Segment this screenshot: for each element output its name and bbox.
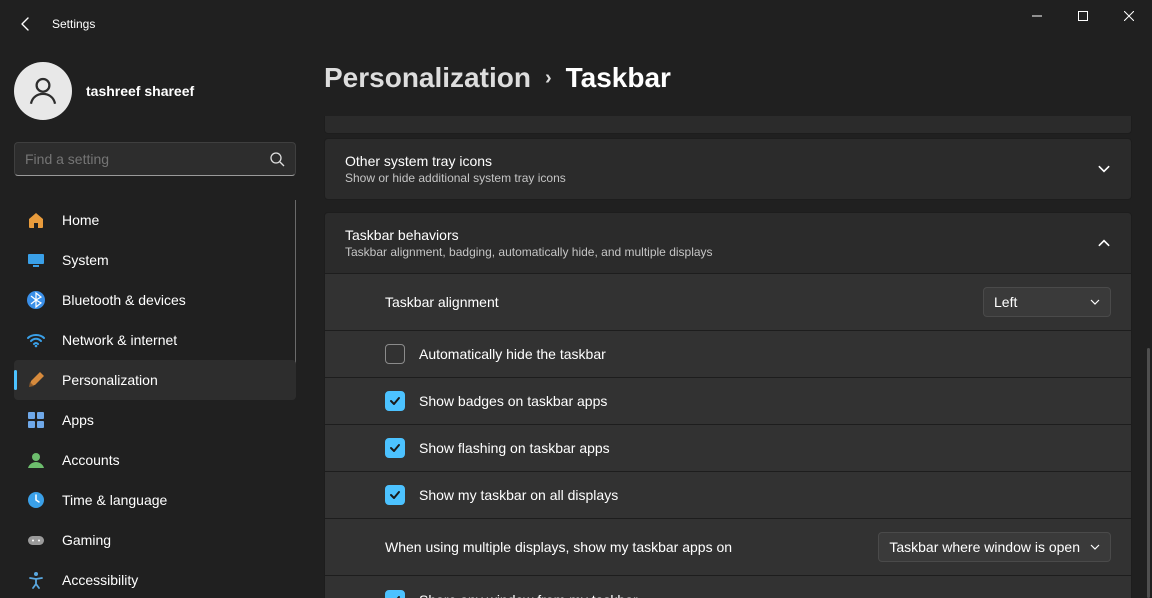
dropdown-value: Left — [994, 294, 1080, 310]
nav-item-label: Personalization — [62, 372, 158, 388]
search-input[interactable] — [25, 151, 269, 167]
option-auto-hide[interactable]: Automatically hide the taskbar — [325, 330, 1131, 377]
option-label: Show badges on taskbar apps — [419, 393, 1111, 409]
maximize-button[interactable] — [1060, 0, 1106, 32]
app-title: Settings — [52, 17, 95, 31]
check-icon — [389, 489, 401, 501]
option-show-badges[interactable]: Show badges on taskbar apps — [325, 377, 1131, 424]
accessibility-icon — [26, 570, 46, 590]
panel-title: Taskbar behaviors — [345, 227, 1083, 243]
nav-item-label: Apps — [62, 412, 94, 428]
chevron-down-icon — [1090, 297, 1100, 307]
paintbrush-icon — [26, 370, 46, 390]
scrollbar[interactable] — [1147, 348, 1150, 598]
option-show-flashing[interactable]: Show flashing on taskbar apps — [325, 424, 1131, 471]
gaming-icon — [26, 530, 46, 550]
chevron-down-icon — [1090, 542, 1100, 552]
nav-item-label: System — [62, 252, 109, 268]
option-share-window[interactable]: Share any window from my taskbar — [325, 575, 1131, 598]
minimize-icon — [1032, 11, 1042, 21]
chevron-right-icon: › — [545, 67, 552, 90]
checkbox-show-badges[interactable] — [385, 391, 405, 411]
nav-item-apps[interactable]: Apps — [14, 400, 296, 440]
minimize-button[interactable] — [1014, 0, 1060, 32]
panel-subtitle: Taskbar alignment, badging, automaticall… — [345, 245, 1083, 259]
maximize-icon — [1078, 11, 1088, 21]
breadcrumb: Personalization › Taskbar — [324, 62, 1132, 94]
content: Personalization › Taskbar Other system t… — [310, 48, 1152, 598]
avatar — [14, 62, 72, 120]
window-controls — [1014, 0, 1152, 32]
dropdown-value: Taskbar where window is open — [889, 539, 1080, 555]
bluetooth-icon — [26, 290, 46, 310]
panel-taskbar-behaviors: Taskbar behaviors Taskbar alignment, bad… — [324, 212, 1132, 598]
option-all-displays[interactable]: Show my taskbar on all displays — [325, 471, 1131, 518]
chevron-down-icon — [1097, 162, 1111, 176]
nav-item-label: Home — [62, 212, 99, 228]
nav-item-label: Accounts — [62, 452, 120, 468]
back-button[interactable] — [18, 16, 34, 32]
nav-item-accessibility[interactable]: Accessibility — [14, 560, 296, 598]
search-box[interactable] — [14, 142, 296, 176]
panel-subtitle: Show or hide additional system tray icon… — [345, 171, 1083, 185]
nav-item-personalization[interactable]: Personalization — [14, 360, 296, 400]
accounts-icon — [26, 450, 46, 470]
panel-title: Other system tray icons — [345, 153, 1083, 169]
nav-item-bluetooth[interactable]: Bluetooth & devices — [14, 280, 296, 320]
dropdown-taskbar-alignment[interactable]: Left — [983, 287, 1111, 317]
option-label: When using multiple displays, show my ta… — [385, 539, 864, 555]
nav-item-time[interactable]: Time & language — [14, 480, 296, 520]
nav-item-label: Bluetooth & devices — [62, 292, 186, 308]
check-icon — [389, 442, 401, 454]
panel-taskbar-behaviors-header[interactable]: Taskbar behaviors Taskbar alignment, bad… — [325, 213, 1131, 273]
wifi-icon — [26, 330, 46, 350]
checkbox-show-flashing[interactable] — [385, 438, 405, 458]
close-button[interactable] — [1106, 0, 1152, 32]
username: tashreef shareef — [86, 83, 194, 99]
nav-item-label: Gaming — [62, 532, 111, 548]
option-label: Automatically hide the taskbar — [419, 346, 1111, 362]
system-icon — [26, 250, 46, 270]
profile[interactable]: tashreef shareef — [14, 62, 296, 120]
option-label: Taskbar alignment — [385, 294, 969, 310]
nav: Home System Bluetooth & devices Network … — [14, 200, 296, 598]
dropdown-multi-display[interactable]: Taskbar where window is open — [878, 532, 1111, 562]
nav-item-network[interactable]: Network & internet — [14, 320, 296, 360]
close-icon — [1124, 11, 1134, 21]
nav-item-label: Network & internet — [62, 332, 177, 348]
option-taskbar-alignment: Taskbar alignment Left — [325, 273, 1131, 330]
breadcrumb-current: Taskbar — [566, 62, 671, 94]
check-icon — [389, 594, 401, 598]
checkbox-auto-hide[interactable] — [385, 344, 405, 364]
person-icon — [26, 74, 60, 108]
breadcrumb-parent[interactable]: Personalization — [324, 62, 531, 94]
chevron-up-icon — [1097, 236, 1111, 250]
nav-item-gaming[interactable]: Gaming — [14, 520, 296, 560]
back-arrow-icon — [18, 16, 34, 32]
panel-other-tray-icons[interactable]: Other system tray icons Show or hide add… — [324, 138, 1132, 200]
titlebar: Settings — [0, 0, 1152, 48]
check-icon — [389, 395, 401, 407]
previous-panel-cutoff — [324, 116, 1132, 134]
search-icon — [269, 151, 285, 167]
checkbox-share-window[interactable] — [385, 590, 405, 598]
nav-item-system[interactable]: System — [14, 240, 296, 280]
option-label: Share any window from my taskbar — [419, 592, 1111, 598]
nav-item-home[interactable]: Home — [14, 200, 296, 240]
apps-icon — [26, 410, 46, 430]
nav-item-accounts[interactable]: Accounts — [14, 440, 296, 480]
home-icon — [26, 210, 46, 230]
option-label: Show my taskbar on all displays — [419, 487, 1111, 503]
sidebar: tashreef shareef Home System Bluetooth &… — [0, 48, 310, 598]
clock-icon — [26, 490, 46, 510]
checkbox-all-displays[interactable] — [385, 485, 405, 505]
nav-item-label: Time & language — [62, 492, 167, 508]
option-multi-display: When using multiple displays, show my ta… — [325, 518, 1131, 575]
nav-item-label: Accessibility — [62, 572, 138, 588]
option-label: Show flashing on taskbar apps — [419, 440, 1111, 456]
